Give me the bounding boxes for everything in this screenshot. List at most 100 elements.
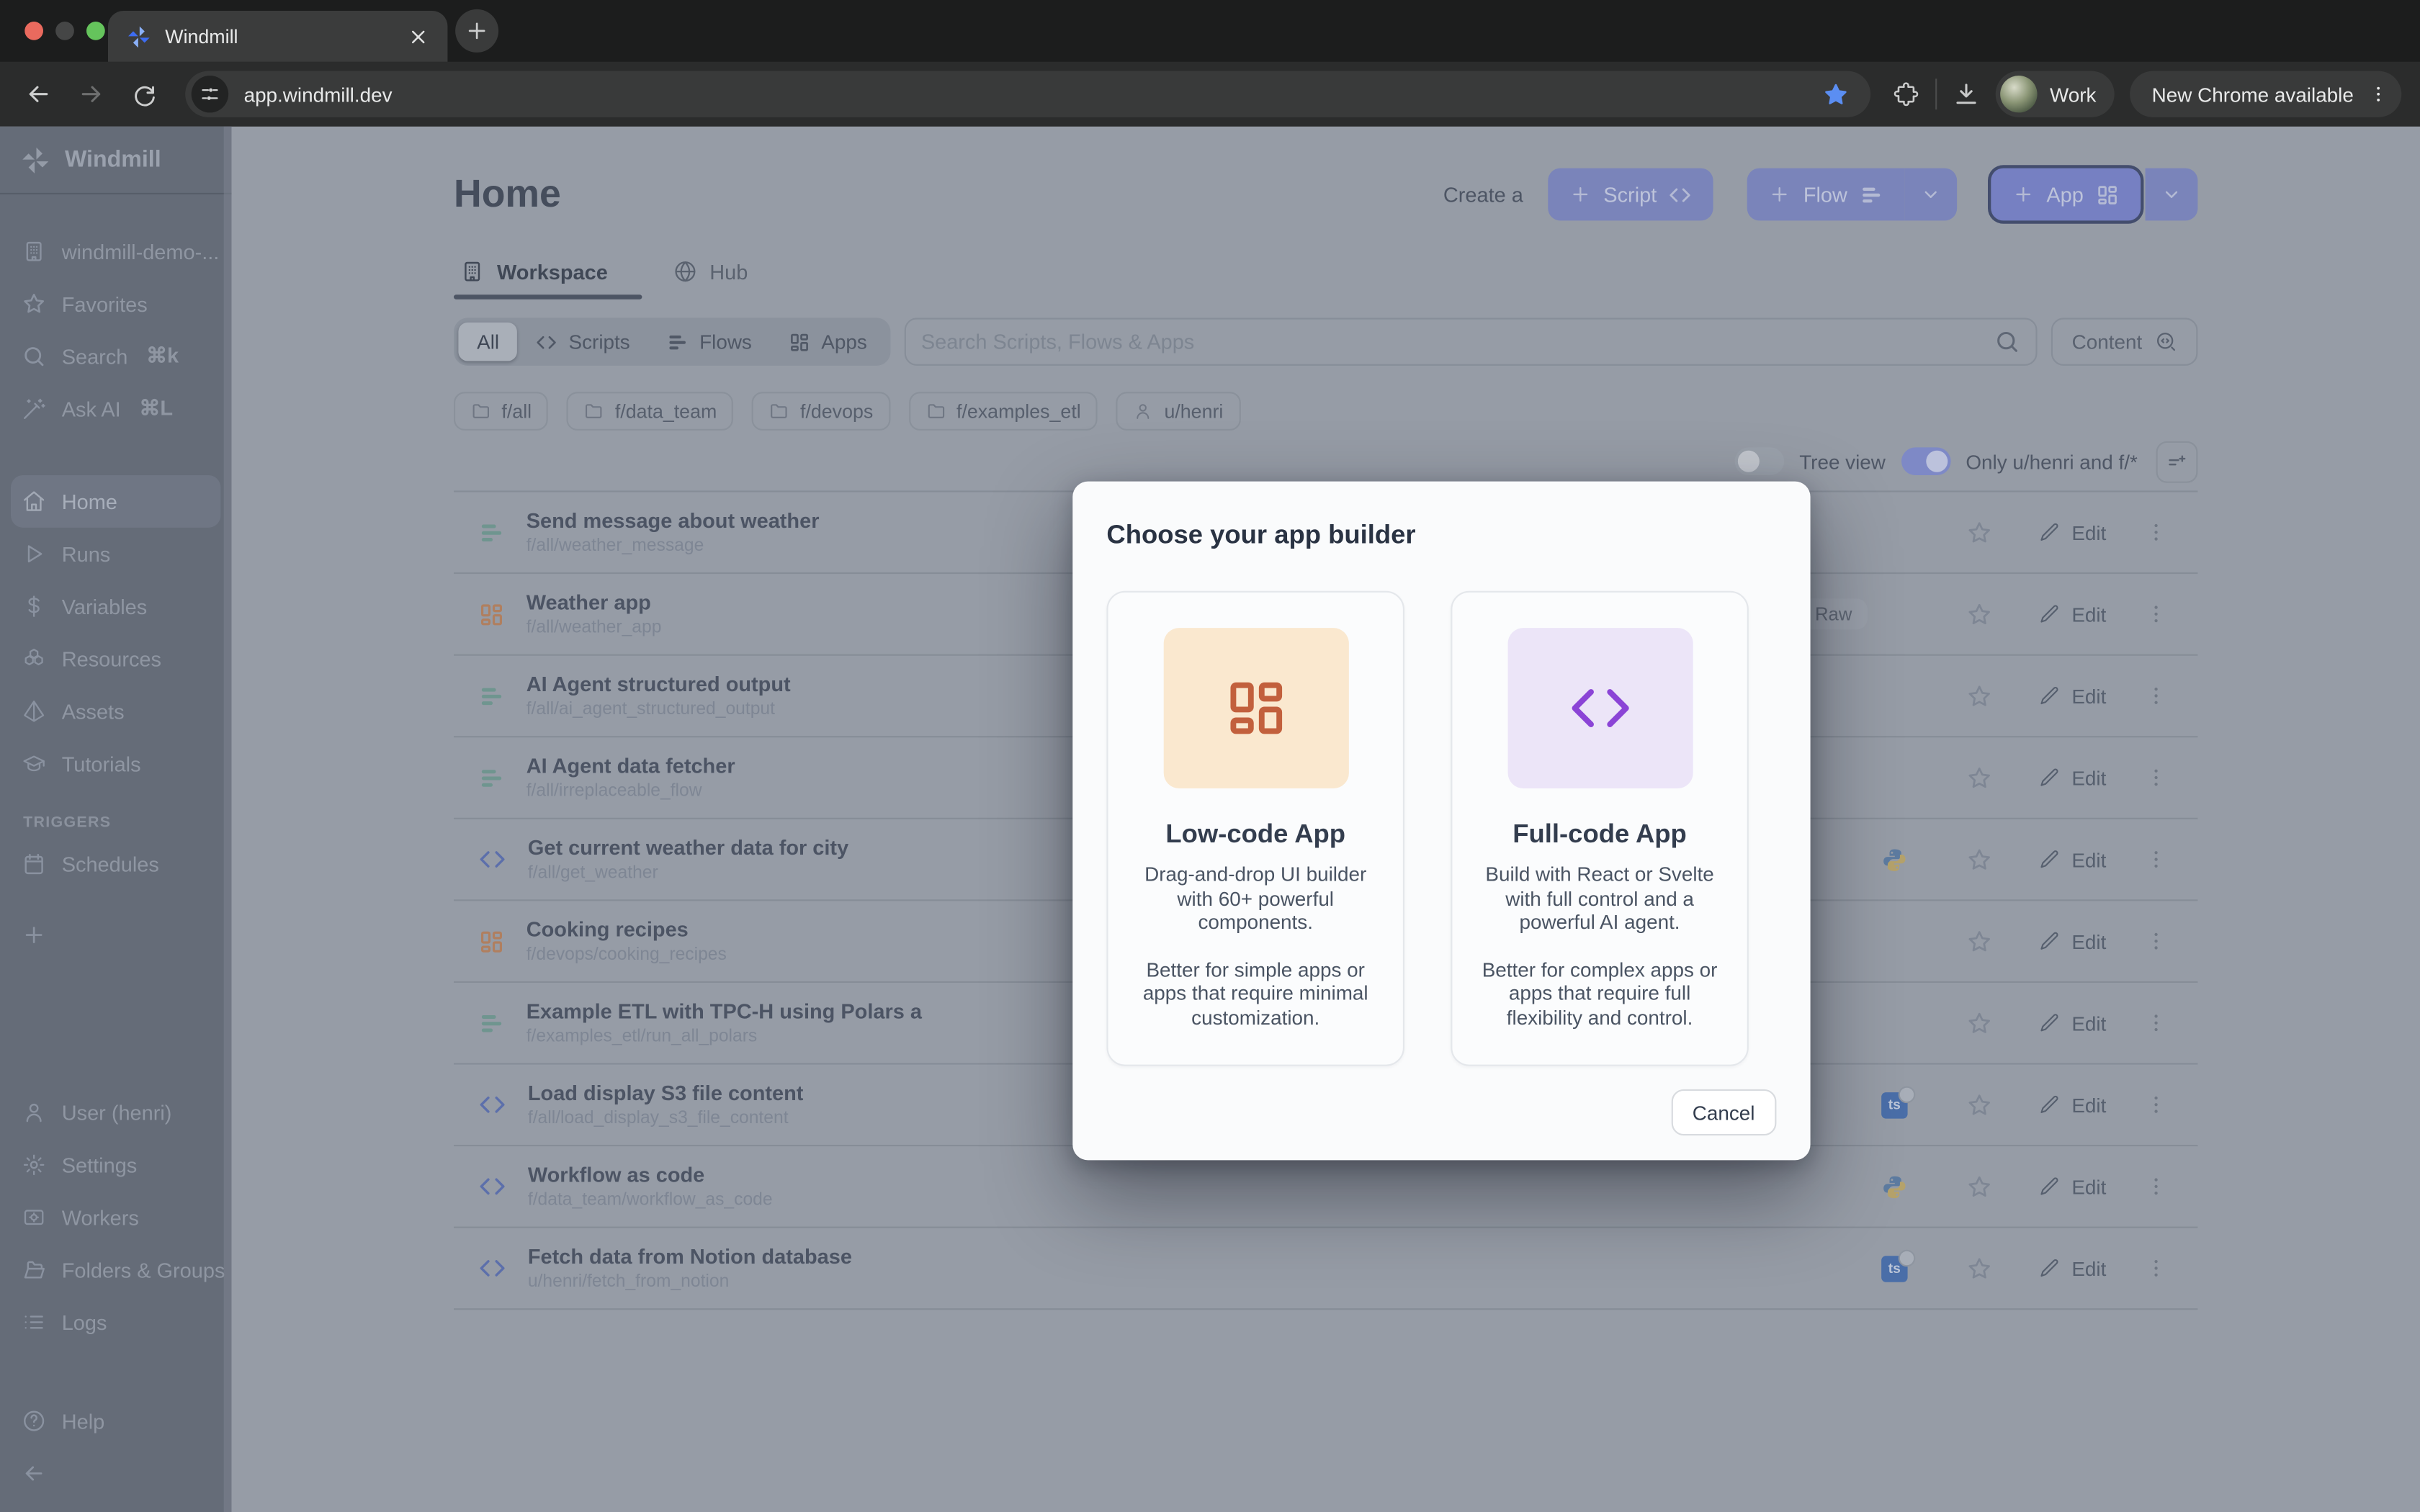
owner-filter-toggle[interactable] [1901,447,1950,475]
app-dropdown-button[interactable] [2146,168,2198,221]
favorite-star-button[interactable] [1945,1010,2012,1036]
sidebar-item-assets[interactable]: Assets [0,685,231,737]
filter-chip[interactable]: f/examples_etl [909,392,1098,431]
edit-button[interactable]: Edit [2012,1012,2133,1035]
sidebar-item-favorites[interactable]: Favorites [0,278,231,330]
star-icon[interactable] [1823,81,1849,107]
code-icon [478,845,506,873]
row-menu-button[interactable] [2133,1011,2179,1035]
sidebar-item-tutorials[interactable]: Tutorials [0,737,231,790]
flow-dropdown-button[interactable] [1904,168,1957,221]
address-bar[interactable]: app.windmill.dev [185,71,1870,117]
favorite-star-button[interactable] [1945,519,2012,545]
minimize-window-button[interactable] [55,22,74,40]
browser-tab[interactable]: Windmill [108,11,447,62]
sidebar-item-ask-ai[interactable]: Ask AI⌘L [0,382,231,435]
create-app-button[interactable]: App [1991,168,2141,221]
sidebar-brand[interactable]: Windmill [0,127,231,194]
filter-segment-apps[interactable]: Apps [771,323,886,361]
display-settings-button[interactable] [2156,441,2198,482]
edit-button[interactable]: Edit [2012,1256,2133,1279]
row-menu-button[interactable] [2133,1174,2179,1199]
favorite-star-button[interactable] [1945,683,2012,708]
sidebar-add-button[interactable] [0,909,231,961]
reload-button[interactable] [123,74,163,114]
sidebar-item-logs[interactable]: Logs [0,1296,231,1349]
low-code-app-card[interactable]: Low-code AppDrag-and-drop UI builder wit… [1106,591,1404,1066]
row-menu-button[interactable] [2133,765,2179,790]
close-x-icon[interactable] [408,25,429,47]
new-tab-button[interactable] [455,9,498,53]
edit-button[interactable]: Edit [2012,684,2133,707]
chrome-update-button[interactable]: New Chrome available [2130,71,2402,117]
search-input[interactable] [921,330,1983,354]
filter-segment-flows[interactable]: Flows [648,323,770,361]
sidebar-collapse-button[interactable] [0,1447,231,1500]
favorite-star-button[interactable] [1945,1255,2012,1281]
favorite-star-button[interactable] [1945,928,2012,954]
close-window-button[interactable] [24,22,43,40]
tree-view-toggle[interactable] [1734,447,1784,475]
create-flow-button[interactable]: Flow [1748,168,1905,221]
site-settings-button[interactable] [192,76,228,112]
sidebar-item-help[interactable]: Help [0,1395,231,1447]
filter-chip[interactable]: f/all [454,392,549,431]
table-row[interactable]: Fetch data from Notion databaseu/henri/f… [454,1227,2197,1309]
sidebar-item-home[interactable]: Home [11,475,220,528]
edit-button[interactable]: Edit [2012,521,2133,544]
sidebar-item-folders-groups[interactable]: Folders & Groups [0,1243,231,1296]
row-menu-button[interactable] [2133,683,2179,708]
url-text[interactable]: app.windmill.dev [244,83,1808,106]
favorite-star-button[interactable] [1945,765,2012,791]
favorite-star-button[interactable] [1945,1092,2012,1117]
filter-segment-all[interactable]: All [458,323,517,361]
row-menu-button[interactable] [2133,1092,2179,1117]
sidebar-item-workspace[interactable]: windmill-demo-... [0,225,231,278]
sidebar-item-runs[interactable]: Runs [0,528,231,580]
content-search-button[interactable]: Content [2052,318,2198,365]
row-menu-button[interactable] [2133,847,2179,871]
edit-button[interactable]: Edit [2012,1093,2133,1116]
sidebar-item-workers[interactable]: Workers [0,1191,231,1243]
sidebar-item-user[interactable]: User (henri) [0,1086,231,1139]
kebab-icon[interactable] [2367,84,2389,105]
sidebar-item-schedules[interactable]: Schedules [0,838,231,891]
zoom-window-button[interactable] [86,22,105,40]
cancel-button[interactable]: Cancel [1671,1089,1777,1135]
profile-button[interactable]: Work [1996,71,2115,117]
edit-button[interactable]: Edit [2012,848,2133,871]
filter-chip[interactable]: u/henri [1116,392,1240,431]
edit-button[interactable]: Edit [2012,603,2133,626]
edit-button[interactable]: Edit [2012,930,2133,953]
filter-row: AllScriptsFlowsApps Content [454,318,2197,365]
tab-workspace[interactable]: Workspace [454,259,614,300]
row-menu-button[interactable] [2133,520,2179,544]
filter-chip[interactable]: f/data_team [567,392,733,431]
download-icon[interactable] [1953,80,1981,108]
create-script-button[interactable]: Script [1548,168,1713,221]
favorite-star-button[interactable] [1945,601,2012,627]
puzzle-icon[interactable] [1892,80,1920,108]
favorite-star-button[interactable] [1945,1174,2012,1200]
edit-button[interactable]: Edit [2012,1175,2133,1198]
sidebar-item-label: Tutorials [62,752,141,775]
favorite-star-button[interactable] [1945,846,2012,872]
sidebar-item-resources[interactable]: Resources [0,633,231,685]
full-code-app-card[interactable]: Full-code AppBuild with React or Svelte … [1451,591,1749,1066]
tab-hub[interactable]: Hub [666,259,754,300]
filter-chip[interactable]: f/devops [753,392,890,431]
row-menu-button[interactable] [2133,929,2179,953]
back-button[interactable] [19,74,59,114]
pencil-icon [2039,849,2061,870]
edit-button[interactable]: Edit [2012,766,2133,789]
sidebar-item-settings[interactable]: Settings [0,1138,231,1191]
item-path: f/devops/cooking_recipes [526,946,727,965]
row-menu-button[interactable] [2133,602,2179,626]
sidebar-item-label: Help [62,1409,104,1432]
forward-button[interactable] [71,74,112,114]
filter-segment-scripts[interactable]: Scripts [518,323,649,361]
row-menu-button[interactable] [2133,1256,2179,1280]
sidebar-item-search[interactable]: Search⌘k [0,330,231,383]
search-box[interactable] [904,318,2038,365]
sidebar-item-variables[interactable]: Variables [0,580,231,633]
